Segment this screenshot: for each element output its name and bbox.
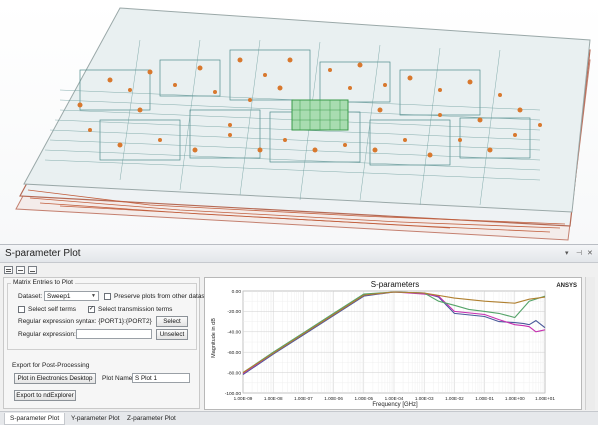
chart-title: S-parameters <box>371 280 419 289</box>
x-tick-label: 1.00E-04 <box>385 396 404 401</box>
x-tick-label: 1.00E-03 <box>415 396 434 401</box>
plot-name-label: Plot Name: <box>102 375 135 382</box>
x-axis-label: Frequency [GHz] <box>372 402 418 408</box>
matrix-group-label: Matrix Entries to Plot <box>11 279 75 286</box>
dataset-value: Sweep1 <box>47 293 71 300</box>
y-tick-label: -80.00 <box>227 370 241 376</box>
regex-input[interactable] <box>76 329 152 339</box>
controls-pane: Matrix Entries to Plot Dataset: Sweep1 ▼… <box>3 277 213 409</box>
panel-titlebar: S-parameter Plot ▾ ⊣ ✕ <box>0 245 598 263</box>
s-parameter-chart: S-parameters ANSYS 1.00E-09 1.00E-08 1.00E… <box>205 278 581 409</box>
self-terms-checkbox[interactable] <box>18 306 25 313</box>
chart-brand: ANSYS <box>556 283 577 289</box>
panel-toolbar <box>0 264 598 276</box>
preserve-plots-label: Preserve plots from other datasets <box>114 293 214 300</box>
plot-scrollbar[interactable] <box>585 277 595 410</box>
dataset-label: Dataset: <box>18 293 43 300</box>
y-axis-label: Magnitude in dB <box>211 318 217 358</box>
transmission-terms-checkbox[interactable]: ✓ <box>88 306 95 313</box>
panel-menu-icon[interactable]: ▾ <box>565 249 569 257</box>
layout-3d-viewport[interactable] <box>0 0 598 244</box>
panel-title: S-parameter Plot <box>5 248 81 259</box>
x-tick-label: 1.00E-05 <box>354 396 373 401</box>
panel-tabs: S-parameter Plot Y-parameter Plot Z-para… <box>0 411 598 425</box>
unselect-button[interactable]: Unselect <box>156 329 188 340</box>
dataset-select[interactable]: Sweep1 ▼ <box>44 291 99 301</box>
y-tick-label: -100.00 <box>225 391 242 397</box>
tab-s-parameter-plot[interactable]: S-parameter Plot <box>4 413 66 425</box>
plot-name-input[interactable]: S Plot 1 <box>132 373 190 383</box>
table-icon[interactable] <box>4 266 13 274</box>
y-tick-label: 0.00 <box>232 289 242 295</box>
export-group-label: Export for Post-Processing <box>12 362 90 369</box>
tab-z-parameter-plot[interactable]: Z-parameter Plot <box>122 413 181 425</box>
pcb-3d-render <box>15 7 591 241</box>
x-tick-label: 1.00E-08 <box>264 396 283 401</box>
plot-in-electronics-desktop-button[interactable]: Plot in Electronics Desktop <box>14 373 96 384</box>
filter-icon[interactable] <box>16 266 25 274</box>
x-tick-label: 1.00E-06 <box>324 396 343 401</box>
y-tick-label: -60.00 <box>227 350 241 356</box>
tab-y-parameter-plot[interactable]: Y-parameter Plot <box>66 413 125 425</box>
transmission-terms-label: Select transmission terms <box>98 306 173 313</box>
preserve-plots-checkbox[interactable] <box>104 293 111 300</box>
select-button[interactable]: Select <box>156 316 188 327</box>
y-tick-label: -40.00 <box>227 330 241 336</box>
x-tick-label: 1.00E+00 <box>505 396 525 401</box>
regex-label: Regular expression: <box>18 331 76 338</box>
x-tick-label: 1.00E+01 <box>535 396 555 401</box>
close-icon[interactable]: ✕ <box>587 249 593 257</box>
chevron-down-icon: ▼ <box>91 293 96 299</box>
x-tick-label: 1.00E-07 <box>294 396 313 401</box>
export-to-ndexplorer-button[interactable]: Export to ndExplorer <box>14 390 76 401</box>
x-tick-label: 1.00E-01 <box>475 396 494 401</box>
pin-icon[interactable] <box>28 266 37 274</box>
regex-syntax-label: Regular expression syntax: {PORT1}:{PORT… <box>18 318 152 325</box>
pin-icon[interactable]: ⊣ <box>576 249 582 257</box>
x-tick-label: 1.00E-02 <box>445 396 464 401</box>
s-parameter-chart-pane[interactable]: S-parameters ANSYS 1.00E-09 1.00E-08 1.00E… <box>204 277 582 410</box>
s-parameter-panel: S-parameter Plot ▾ ⊣ ✕ Matrix Entries to… <box>0 244 598 425</box>
y-tick-label: -20.00 <box>227 309 241 315</box>
self-terms-label: Select self terms <box>28 306 77 313</box>
